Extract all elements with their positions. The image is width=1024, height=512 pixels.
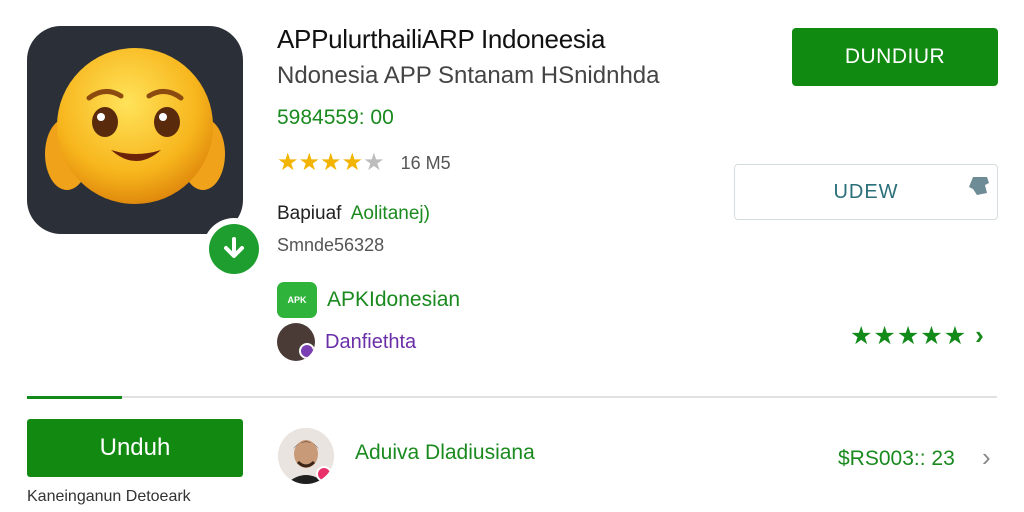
category: Bapiuaf Aolitanej) xyxy=(277,203,430,225)
developer-logo: APK xyxy=(277,282,317,318)
emoji-face-icon xyxy=(45,48,225,204)
app-subtitle: Ndonesia APP Sntanam HSnidnhda xyxy=(277,62,660,89)
unduh-button[interactable]: Unduh xyxy=(27,419,243,477)
star-icon: ★ xyxy=(277,149,299,176)
footer-label: Kaneinganun Detoeark xyxy=(27,488,191,505)
developer-row[interactable]: APK APKIdonesian xyxy=(277,282,460,318)
review-price: $RS003:: 23 xyxy=(838,447,955,470)
star-icon: ★ xyxy=(943,321,967,350)
publisher-name[interactable]: Danfiethta xyxy=(325,331,416,354)
category-label: Bapiuaf xyxy=(277,203,342,224)
app-title: APPulurthailiARP Indoneesia xyxy=(277,24,606,54)
star-icon: ★ xyxy=(873,321,896,350)
star-icon: ★ xyxy=(850,321,873,350)
download-button[interactable]: DUNDIUR xyxy=(792,28,998,86)
app-icon xyxy=(27,26,265,280)
publisher-row[interactable]: Danfiethta xyxy=(277,323,416,361)
avatar xyxy=(277,323,315,361)
version: Smnde56328 xyxy=(277,235,385,255)
star-icon: ★ xyxy=(363,149,385,176)
review-button-label: UDEW xyxy=(833,180,899,203)
rating-row: ★ ★ ★ ★ ★ 16 M5 xyxy=(277,150,451,176)
download-badge-icon xyxy=(203,218,265,280)
app-price: 5984559: 00 xyxy=(277,106,394,129)
star-icon: ★ xyxy=(896,321,920,350)
star-icon: ★ xyxy=(341,149,364,176)
divider xyxy=(27,396,997,399)
star-icon: ★ xyxy=(298,149,321,176)
star-icon: ★ xyxy=(320,149,342,176)
category-link[interactable]: Aolitanej) xyxy=(351,203,430,224)
chevron-right-icon[interactable]: › xyxy=(975,320,984,351)
review-button[interactable]: UDEW xyxy=(734,164,998,220)
rate-stars[interactable]: ★ ★ ★ ★ ★ › xyxy=(850,320,984,351)
reviewer-name[interactable]: Aduiva Dladiusiana xyxy=(355,441,535,465)
tablet-icon xyxy=(969,177,989,195)
avatar xyxy=(278,428,334,484)
app-size: 16 M5 xyxy=(400,152,451,173)
chevron-right-icon[interactable]: › xyxy=(982,442,991,473)
star-icon: ★ xyxy=(920,321,943,350)
developer-name[interactable]: APKIdonesian xyxy=(327,288,460,312)
